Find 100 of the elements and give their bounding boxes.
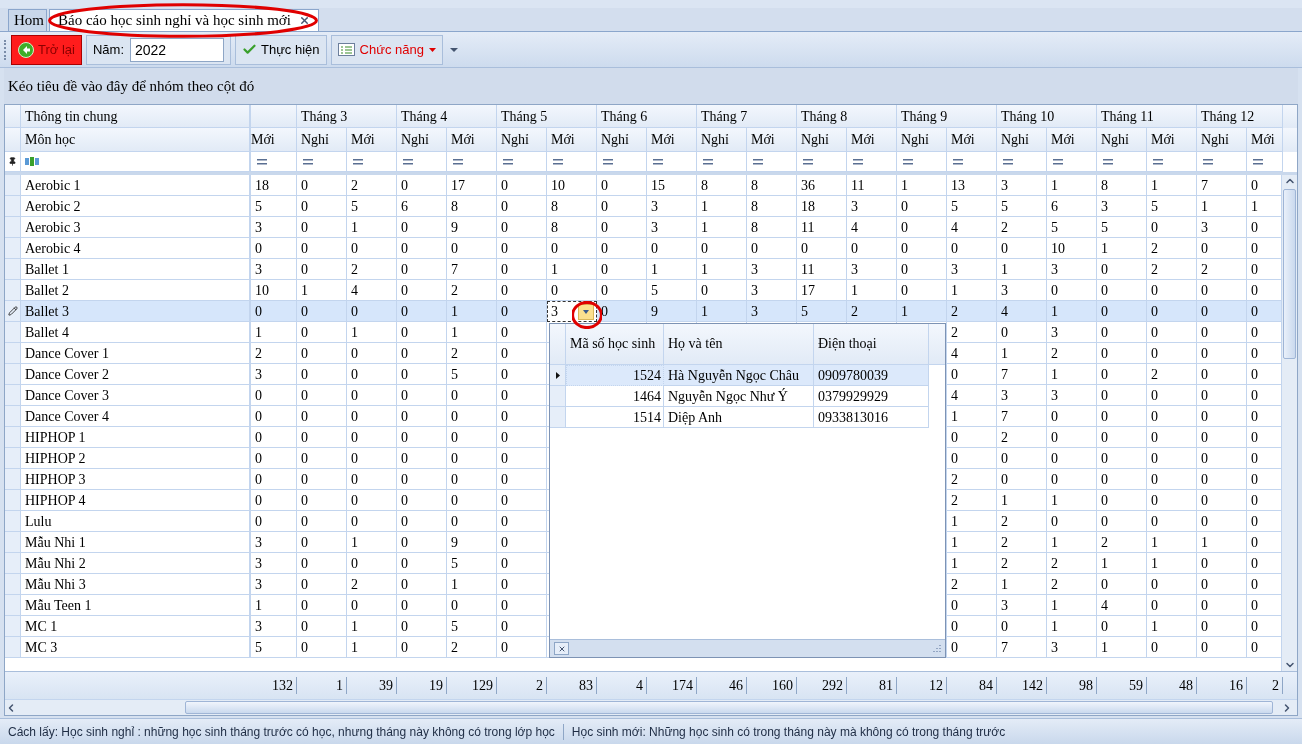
- column-header[interactable]: Mới: [847, 128, 897, 152]
- column-header[interactable]: Nghỉ: [1197, 128, 1247, 152]
- equals-icon: [257, 158, 267, 165]
- table-cell: 0: [497, 637, 547, 658]
- equals-icon: [703, 158, 713, 165]
- total-cell: 48: [1147, 677, 1197, 694]
- table-cell: 0: [1197, 637, 1247, 658]
- total-cell: 2: [1247, 677, 1283, 694]
- total-cell: 59: [1097, 677, 1147, 694]
- equals-icon: [1153, 158, 1163, 165]
- equals-icon: [853, 158, 863, 165]
- table-cell: 7: [997, 637, 1047, 658]
- total-cell: 129: [447, 677, 497, 694]
- equals-icon: [953, 158, 963, 165]
- horizontal-scrollbar[interactable]: [5, 699, 1297, 715]
- popup-row[interactable]: 1514 Diệp Anh 0933813016: [550, 407, 929, 428]
- checklist-icon: [337, 43, 355, 56]
- column-header[interactable]: Nghỉ: [397, 128, 447, 152]
- equals-icon: [603, 158, 613, 165]
- tab[interactable]: Báo cáo học sinh nghỉ và học sinh mới: [49, 9, 319, 31]
- pin-icon: [8, 157, 17, 166]
- total-cell: 84: [947, 677, 997, 694]
- table-cell: Diệp Anh: [664, 407, 814, 428]
- close-icon[interactable]: [298, 15, 310, 26]
- close-icon: [557, 644, 566, 653]
- column-header[interactable]: Nghỉ: [597, 128, 647, 152]
- column-header[interactable]: Nghỉ: [997, 128, 1047, 152]
- equals-icon: [753, 158, 763, 165]
- table-cell: 3: [1047, 637, 1097, 658]
- column-header[interactable]: Mới: [447, 128, 497, 152]
- column-header[interactable]: Nghỉ: [897, 128, 947, 152]
- equals-icon: [1203, 158, 1213, 165]
- column-header[interactable]: Mới: [1247, 128, 1283, 152]
- total-cell: 174: [647, 677, 697, 694]
- total-cell: 12: [897, 677, 947, 694]
- total-cell: 19: [397, 677, 447, 694]
- column-header[interactable]: Nghỉ: [497, 128, 547, 152]
- resize-grip-icon[interactable]: [932, 644, 941, 653]
- total-cell: 4: [597, 677, 647, 694]
- table-cell: 5: [251, 637, 297, 658]
- column-header[interactable]: Nghỉ: [697, 128, 747, 152]
- total-cell: 81: [847, 677, 897, 694]
- total-cell: 39: [347, 677, 397, 694]
- popup-row[interactable]: 1524 Hà Nguyễn Ngọc Châu 0909780039: [550, 365, 929, 386]
- table-row[interactable]: Aerobic 2 5 0 5 6 8 0 8 0 3 1 8 18 3 0 5 5 6 3 5 1 1: [5, 196, 1281, 217]
- equals-icon: [303, 158, 313, 165]
- table-cell: 0: [297, 637, 347, 658]
- table-row[interactable]: Aerobic 1 18 0 2 0 17 0 10 0 15 8 8 36 11 1 13 3 1 8 1 7 0: [5, 175, 1281, 196]
- caret-icon: [449, 47, 458, 52]
- total-cell: 46: [697, 677, 747, 694]
- column-header[interactable]: Mới: [647, 128, 697, 152]
- equals-icon: [553, 158, 563, 165]
- column-header[interactable]: Môn học: [21, 128, 251, 152]
- row-indicator[interactable]: [5, 301, 21, 322]
- total-cell: 1: [297, 677, 347, 694]
- function-menu-button[interactable]: Chức năng: [330, 34, 443, 65]
- scroll-thumb[interactable]: [185, 701, 1273, 714]
- table-row[interactable]: Ballet 3 0 0 0 0 1 0 3 0 9 1 3 5 2 1 2 4 1 0 0 0 0: [5, 301, 1281, 322]
- table-cell: 0: [947, 637, 997, 658]
- table-row[interactable]: Ballet 2 10 1 4 0 2 0 0 0 5 0 3 17 1 0 1 3 0 0 0 0 0: [5, 280, 1281, 301]
- column-header[interactable]: Mới: [547, 128, 597, 152]
- tab[interactable]: Hom: [8, 9, 47, 31]
- column-header[interactable]: Nghỉ: [797, 128, 847, 152]
- table-row[interactable]: Aerobic 3 3 0 1 0 9 0 8 0 3 1 8 11 4 0 4 2 5 5 0 3 0: [5, 217, 1281, 238]
- status-text: Học sinh mới: Những học sinh có trong tháng này mà không có trong tháng trước: [571, 723, 1006, 741]
- table-row[interactable]: Aerobic 4 0 0 0 0 0 0 0 0 0 0 0 0 0 0 0 0 10 1 2 0 0: [5, 238, 1281, 259]
- equals-icon: [1253, 158, 1263, 165]
- dropdown-button[interactable]: [578, 304, 594, 320]
- popup-row[interactable]: 1464 Nguyễn Ngọc Như Ý 0379929929: [550, 386, 929, 407]
- status-text: Cách lấy: Học sinh nghỉ : những học sinh tháng trước có học, nhưng tháng này không có trong lớp học: [8, 723, 555, 741]
- text-filter-icon[interactable]: [25, 157, 39, 166]
- column-header[interactable]: Mới: [947, 128, 997, 152]
- column-header[interactable]: Mới: [747, 128, 797, 152]
- check-icon: [242, 42, 257, 57]
- table-cell: 2: [447, 637, 497, 658]
- column-header[interactable]: Mới: [251, 128, 297, 152]
- close-button[interactable]: [554, 642, 569, 655]
- scroll-thumb[interactable]: [1283, 189, 1296, 359]
- table-cell: 1514: [566, 407, 664, 428]
- column-header[interactable]: Nghỉ: [1097, 128, 1147, 152]
- total-cell: 132: [251, 677, 297, 694]
- equals-icon: [653, 158, 663, 165]
- caret-icon: [583, 310, 589, 314]
- column-header[interactable]: Mới: [347, 128, 397, 152]
- equals-icon: [1003, 158, 1013, 165]
- column-header[interactable]: Mới: [1047, 128, 1097, 152]
- column-header[interactable]: Mới: [1147, 128, 1197, 152]
- table-cell: 1: [1097, 637, 1147, 658]
- run-button[interactable]: Thực hiện: [235, 34, 327, 65]
- vertical-scrollbar[interactable]: [1281, 175, 1297, 671]
- table-cell: 0933813016: [814, 407, 929, 428]
- total-cell: 292: [797, 677, 847, 694]
- total-cell: 160: [747, 677, 797, 694]
- table-row[interactable]: Ballet 1 3 0 2 0 7 0 1 0 1 1 3 11 3 0 3 1 3 0 2 2 0: [5, 259, 1281, 280]
- year-label: Năm:: [92, 40, 124, 59]
- equals-icon: [803, 158, 813, 165]
- equals-icon: [403, 158, 413, 165]
- year-field[interactable]: 2022: [130, 37, 224, 62]
- column-header[interactable]: Nghỉ: [297, 128, 347, 152]
- equals-icon: [453, 158, 463, 165]
